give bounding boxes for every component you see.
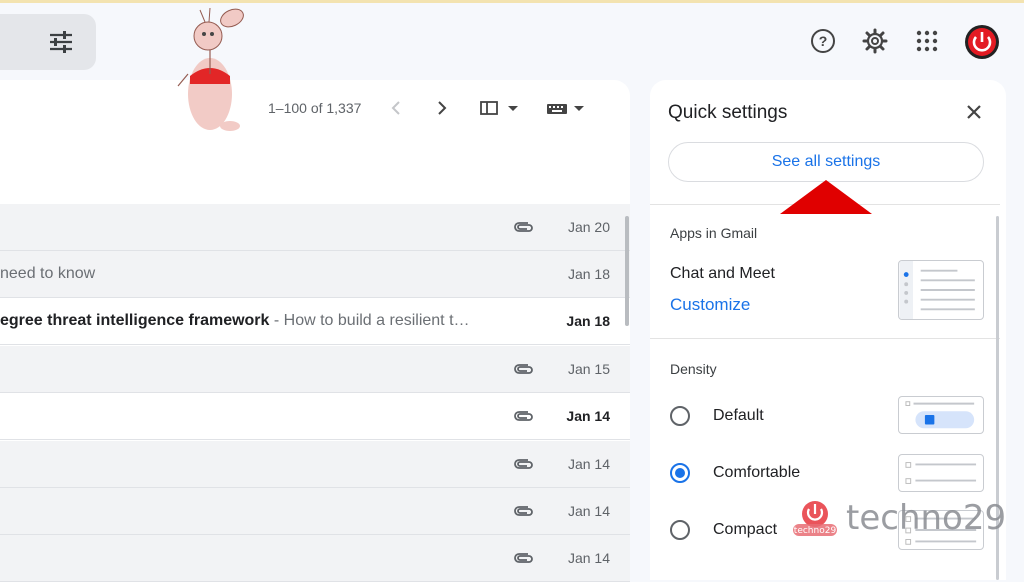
email-row[interactable]: Jan 14 — [0, 441, 630, 488]
see-all-settings-button[interactable]: See all settings — [668, 142, 984, 182]
email-date: Jan 20 — [567, 219, 610, 235]
split-pane-icon[interactable] — [480, 98, 518, 118]
attachment-icon[interactable] — [512, 549, 534, 567]
svg-text:?: ? — [819, 33, 828, 49]
email-snippet: need to know — [0, 265, 96, 282]
chevron-left-icon[interactable] — [386, 98, 406, 118]
density-comfortable-label: Comfortable — [713, 464, 801, 481]
email-row[interactable]: need to know Jan 18 — [0, 251, 630, 298]
email-date: Jan 14 — [567, 456, 610, 472]
attachment-icon[interactable] — [512, 218, 534, 236]
watermark-text: techno29 — [846, 498, 1007, 538]
density-compact-label: Compact — [713, 521, 778, 538]
chat-meet-preview-image — [898, 260, 984, 320]
customize-link[interactable]: Customize — [670, 295, 750, 315]
density-compact-radio[interactable] — [670, 520, 690, 540]
mail-scrollbar[interactable] — [625, 216, 629, 326]
email-date: Jan 15 — [567, 361, 610, 377]
email-row[interactable]: Jan 20 — [0, 204, 630, 251]
email-date: Jan 14 — [567, 503, 610, 519]
email-snippet: - How to build a resilient t… — [269, 312, 470, 329]
email-row[interactable]: Jan 14 — [0, 488, 630, 535]
close-icon[interactable] — [962, 100, 986, 124]
email-subject: egree threat intelligence framework - Ho… — [0, 312, 470, 330]
email-date: Jan 14 — [567, 550, 610, 566]
chevron-right-icon[interactable] — [432, 98, 452, 118]
density-default-label: Default — [713, 407, 764, 424]
divider — [650, 338, 1000, 339]
techno29-watermark: techno29 techno29 — [792, 498, 1006, 538]
attachment-icon[interactable] — [512, 455, 534, 473]
email-row[interactable]: Jan 14 — [0, 393, 630, 440]
density-default-preview — [898, 396, 984, 434]
avatar[interactable] — [964, 24, 1000, 60]
techno29-logo: techno29 — [793, 501, 837, 536]
email-date: Jan 18 — [567, 266, 610, 282]
pagination-label: 1–100 of 1,337 — [268, 100, 362, 116]
email-date: Jan 14 — [566, 408, 610, 424]
apps-in-gmail-label: Apps in Gmail — [670, 225, 758, 241]
tune-icon[interactable] — [48, 30, 74, 54]
density-default-radio[interactable] — [670, 406, 690, 426]
density-comfortable-radio[interactable] — [670, 463, 690, 483]
attachment-icon[interactable] — [512, 360, 534, 378]
email-subject: need to know — [0, 265, 95, 283]
apps-grid-icon[interactable] — [912, 26, 942, 56]
quick-settings-title: Quick settings — [668, 102, 788, 123]
attachment-icon[interactable] — [512, 407, 534, 425]
top-border — [0, 0, 1024, 3]
email-row[interactable]: Jan 14 — [0, 535, 630, 582]
email-date: Jan 18 — [566, 313, 610, 329]
email-row[interactable]: Jan 15 — [0, 346, 630, 393]
attachment-icon[interactable] — [512, 502, 534, 520]
red-arrow-annotation — [780, 180, 872, 214]
email-row[interactable]: egree threat intelligence framework - Ho… — [0, 298, 630, 345]
density-comfortable-preview — [898, 454, 984, 492]
email-subject-text: egree threat intelligence framework — [0, 312, 270, 329]
density-label: Density — [670, 361, 717, 377]
chat-meet-label: Chat and Meet — [670, 265, 775, 282]
help-icon[interactable]: ? — [808, 26, 838, 56]
cartoon-mascot — [177, 7, 244, 131]
gear-icon[interactable] — [860, 26, 890, 56]
svg-text:techno29: techno29 — [794, 526, 837, 536]
keyboard-icon[interactable] — [546, 98, 586, 118]
